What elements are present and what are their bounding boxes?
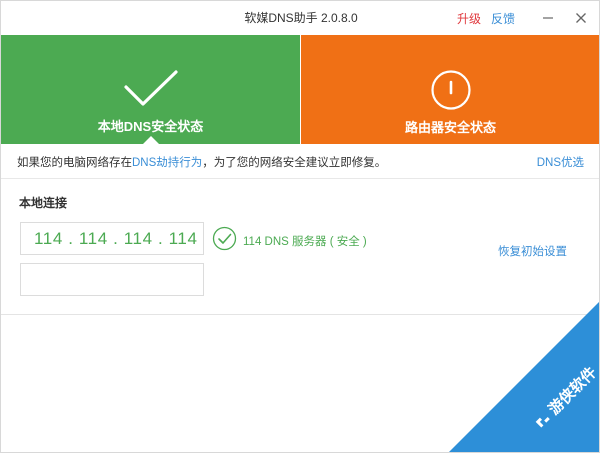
local-dns-status-tab[interactable]: 本地DNS安全状态 xyxy=(1,35,300,144)
primary-dns-field[interactable]: 114 . 114 . 114 . 114 xyxy=(20,222,204,255)
router-status-label: 路由器安全状态 xyxy=(404,120,496,135)
router-status-tab[interactable]: 路由器安全状态 xyxy=(301,35,599,144)
local-dns-status-label: 本地DNS安全状态 xyxy=(97,119,204,134)
notice-text-before: 如果您的电脑网络存在 xyxy=(17,157,132,169)
title-bar: 软媒DNS助手 2.0.8.0 升级 反馈 xyxy=(1,1,599,35)
minimize-icon xyxy=(543,17,553,19)
title-actions: 升级 反馈 xyxy=(457,1,599,35)
power-icon xyxy=(430,69,472,111)
minimize-button[interactable] xyxy=(535,1,561,35)
primary-dns-value: 114 . 114 . 114 . 114 xyxy=(34,229,198,248)
restore-defaults-link[interactable]: 恢复初始设置 xyxy=(498,243,567,259)
app-window: 软媒DNS助手 2.0.8.0 升级 反馈 本地DNS安全状态 路由器安全状态 … xyxy=(0,0,600,453)
notice-text: 如果您的电脑网络存在DNS劫持行为，为了您的网络安全建议立即修复。 xyxy=(17,154,386,170)
local-connection-title: 本地连接 xyxy=(19,196,68,210)
active-tab-pointer xyxy=(143,136,159,144)
notice-text-after: ，为了您的网络安全建议立即修复。 xyxy=(202,157,387,169)
feedback-link[interactable]: 反馈 xyxy=(491,10,515,27)
close-icon xyxy=(576,13,586,23)
dns-server-status: 114 DNS 服务器 ( 安全 ) xyxy=(243,236,367,248)
watermark: 游侠软件 xyxy=(429,302,599,452)
dns-hijack-link[interactable]: DNS劫持行为 xyxy=(132,157,202,169)
hijack-notice: 如果您的电脑网络存在DNS劫持行为，为了您的网络安全建议立即修复。 DNS优选 xyxy=(1,144,599,179)
secondary-dns-field[interactable] xyxy=(20,263,204,296)
close-button[interactable] xyxy=(561,1,599,35)
checkmark-icon xyxy=(123,68,179,110)
upgrade-link[interactable]: 升级 xyxy=(457,10,481,27)
secure-check-icon xyxy=(212,226,237,251)
dns-optimize-link[interactable]: DNS优选 xyxy=(537,154,584,170)
